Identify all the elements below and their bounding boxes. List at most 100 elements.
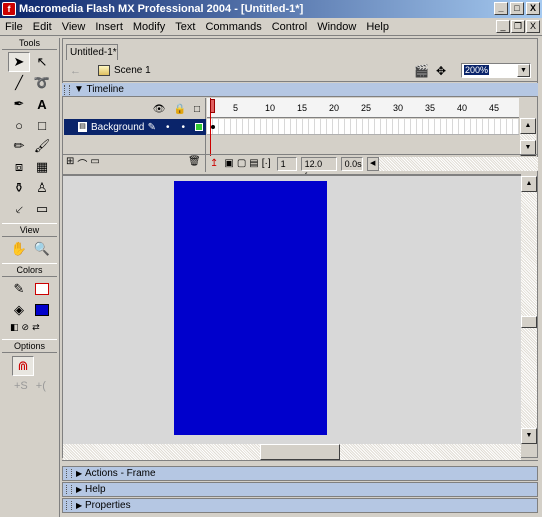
tools-panel: Tools ➤ ↖ ╱ ➰ ✒ A ○ □ ✏ 🖌 ⧈ ▦ ⚱ ♙ ⸔ ▭ Vi… <box>0 38 60 517</box>
close-button[interactable]: X <box>526 2 540 15</box>
doc-close-button[interactable]: X <box>526 20 540 33</box>
fill-color-icon[interactable]: ◈ <box>8 300 30 320</box>
ruler-label: 20 <box>329 103 340 113</box>
menu-window[interactable]: Window <box>312 21 361 33</box>
black-white-icon[interactable]: ◧ <box>10 322 19 333</box>
vscroll-thumb[interactable] <box>521 316 537 328</box>
straighten-icon: +( <box>35 380 46 392</box>
edit-scene-icon[interactable]: 🎬 <box>414 64 429 78</box>
subselection-tool[interactable]: ↖ <box>31 52 53 72</box>
timeline-header[interactable]: ▼ Timeline <box>62 83 538 97</box>
actions-panel-header[interactable]: ▶ Actions - Frame <box>62 466 538 481</box>
menu-control[interactable]: Control <box>267 21 312 33</box>
ruler-label: 15 <box>297 103 308 113</box>
visible-dot[interactable]: • <box>166 122 170 133</box>
scroll-left-icon[interactable]: ◀ <box>366 156 379 171</box>
pen-tool[interactable]: ✒ <box>8 94 30 114</box>
frame-row-background[interactable] <box>207 119 519 135</box>
eraser-tool[interactable]: ▭ <box>31 199 53 219</box>
pencil-tool[interactable]: ✏ <box>8 136 30 156</box>
chevron-down-icon[interactable]: ▼ <box>517 64 530 77</box>
panel-grip-icon[interactable] <box>66 469 72 478</box>
menu-help[interactable]: Help <box>361 21 394 33</box>
frames-area[interactable]: 1 5 10 15 20 25 30 35 40 45 <box>207 98 519 158</box>
lasso-tool[interactable]: ➰ <box>31 73 53 93</box>
expand-triangle-icon: ▶ <box>76 501 83 510</box>
edit-symbols-icon[interactable]: ✥ <box>436 64 446 78</box>
oval-tool[interactable]: ○ <box>8 115 30 135</box>
playhead[interactable] <box>210 98 215 156</box>
onion-skin-icon[interactable]: ▣ <box>224 158 233 169</box>
view-header: View <box>2 225 57 237</box>
maximize-button[interactable]: □ <box>510 2 524 15</box>
free-transform-tool[interactable]: ⧈ <box>8 157 30 177</box>
menu-insert[interactable]: Insert <box>90 21 128 33</box>
help-panel-header[interactable]: ▶ Help <box>62 482 538 497</box>
scroll-up-icon[interactable]: ▲ <box>521 176 537 192</box>
help-panel-title: Help <box>85 484 106 495</box>
eye-icon[interactable]: 👁 <box>153 104 166 115</box>
menu-view[interactable]: View <box>57 21 91 33</box>
snap-magnet-icon[interactable]: ⋒ <box>12 356 34 376</box>
no-color-icon[interactable]: ⊘ <box>22 322 30 333</box>
stage-vscroll[interactable] <box>521 176 537 444</box>
menu-commands[interactable]: Commands <box>200 21 266 33</box>
outline-color-icon[interactable] <box>195 123 203 131</box>
tools-header: Tools <box>2 38 57 50</box>
timeline-title: Timeline <box>86 84 124 95</box>
zoom-select[interactable]: 200% ▼ <box>461 63 531 78</box>
properties-panel-title: Properties <box>85 500 131 511</box>
rectangle-tool[interactable]: □ <box>31 115 53 135</box>
expand-triangle-icon: ▶ <box>76 469 83 478</box>
line-tool[interactable]: ╱ <box>8 73 30 93</box>
layer-row-background[interactable]: ▤ Background ✎ • • <box>64 119 206 135</box>
panel-grip-icon[interactable] <box>66 485 72 494</box>
expand-triangle-icon: ▼ <box>74 84 84 95</box>
options-header: Options <box>2 341 57 353</box>
title-bar: f Macromedia Flash MX Professional 2004 … <box>0 0 542 18</box>
stage-canvas[interactable] <box>174 181 327 435</box>
doc-minimize-button[interactable]: _ <box>496 20 510 33</box>
document-tab[interactable]: Untitled-1* <box>66 44 118 60</box>
stroke-color-icon[interactable]: ✎ <box>8 279 30 299</box>
layer-name[interactable]: Background <box>91 122 148 133</box>
menu-modify[interactable]: Modify <box>128 21 170 33</box>
scroll-down-icon[interactable]: ▼ <box>521 428 537 444</box>
paint-bucket-tool[interactable]: ♙ <box>31 178 53 198</box>
menu-text[interactable]: Text <box>170 21 200 33</box>
frame-ruler[interactable]: 1 5 10 15 20 25 30 35 40 45 <box>207 98 519 118</box>
window-title: Macromedia Flash MX Professional 2004 - … <box>19 3 304 15</box>
ruler-label: 5 <box>233 103 239 113</box>
outline-icon[interactable]: □ <box>194 104 200 115</box>
lock-dot[interactable]: • <box>181 122 185 133</box>
arrow-tool[interactable]: ➤ <box>8 52 30 72</box>
center-frame-icon[interactable]: ↥ <box>210 158 218 169</box>
stroke-color-swatch[interactable] <box>31 279 53 299</box>
fill-color-swatch[interactable] <box>31 300 53 320</box>
panel-grip-icon[interactable] <box>64 85 70 95</box>
hscroll-thumb[interactable] <box>260 444 340 460</box>
onion-markers-icon[interactable]: [·] <box>262 158 271 169</box>
actions-panel-title: Actions - Frame <box>85 468 156 479</box>
brush-tool[interactable]: 🖌 <box>31 136 53 156</box>
timeline-hscroll[interactable] <box>378 156 538 171</box>
doc-restore-button[interactable]: ❐ <box>511 20 525 33</box>
back-arrow-icon[interactable]: ← <box>70 65 81 77</box>
minimize-button[interactable]: _ <box>494 2 508 15</box>
eyedropper-tool[interactable]: ⸔ <box>8 199 30 219</box>
panel-grip-icon[interactable] <box>66 501 72 510</box>
menu-edit[interactable]: Edit <box>28 21 57 33</box>
menu-file[interactable]: File <box>0 21 28 33</box>
swap-colors-icon[interactable]: ⇄ <box>32 322 40 333</box>
properties-panel-header[interactable]: ▶ Properties <box>62 498 538 513</box>
edit-multiple-icon[interactable]: ▤ <box>249 158 258 169</box>
zoom-icon[interactable]: 🔍 <box>31 239 53 259</box>
lock-icon[interactable]: 🔒 <box>174 104 186 115</box>
fill-transform-tool[interactable]: ▦ <box>31 157 53 177</box>
zoom-value: 200% <box>464 65 490 75</box>
scroll-up-icon[interactable]: ▲ <box>520 118 536 134</box>
hand-icon[interactable]: ✋ <box>8 239 30 259</box>
onion-outline-icon[interactable]: ▢ <box>237 158 246 169</box>
text-tool[interactable]: A <box>31 94 53 114</box>
ink-bottle-tool[interactable]: ⚱ <box>8 178 30 198</box>
